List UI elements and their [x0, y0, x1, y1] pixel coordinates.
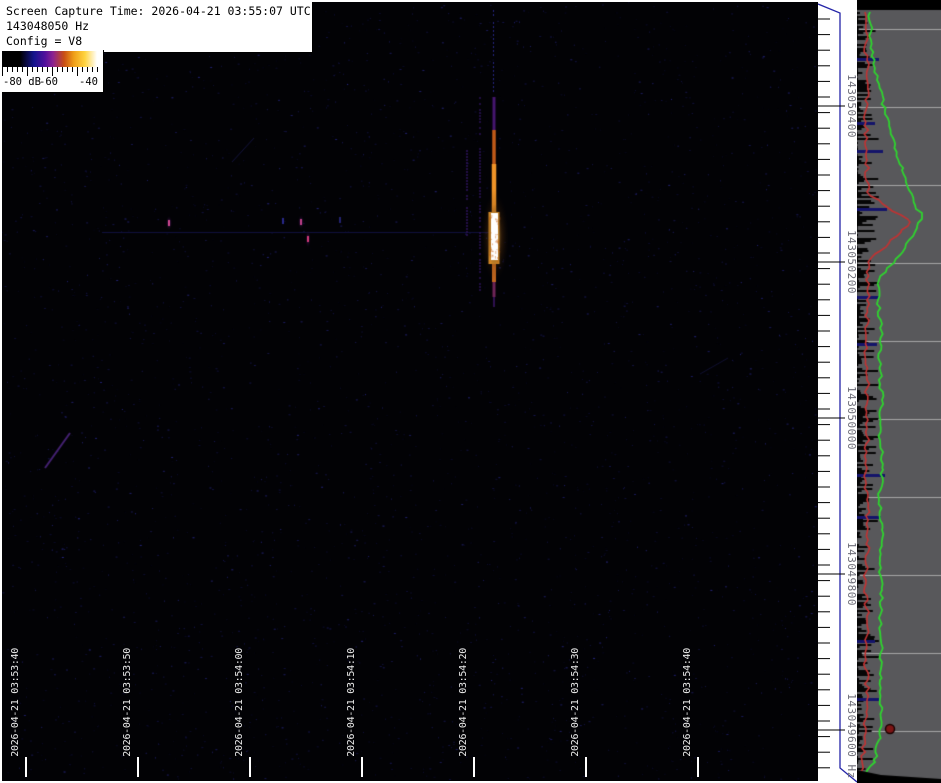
time-label: 2026-04-21 03:54:30	[570, 648, 581, 757]
time-label: 2026-04-21 03:54:10	[346, 648, 357, 757]
frequency-ruler: 143050400 143050200 143050000 143049800 1430…	[818, 0, 858, 783]
colorbar-label: -60	[39, 76, 58, 88]
colorbar-labels: -80 dB -60 -40	[2, 76, 102, 90]
colorbar-label: -80 dB	[3, 76, 41, 88]
capture-time-text: Screen Capture Time: 2026-04-21 03:55:07…	[6, 4, 311, 18]
time-tick	[249, 757, 251, 777]
time-tick	[585, 757, 587, 777]
capture-info-box: Screen Capture Time: 2026-04-21 03:55:07…	[2, 2, 313, 53]
time-label: 2026-04-21 03:53:40	[10, 648, 21, 757]
config-text: Config = V8	[6, 34, 83, 48]
time-tick	[25, 757, 27, 777]
time-label: 2026-04-21 03:53:50	[122, 648, 133, 757]
colorbar-label: -40	[79, 76, 98, 88]
time-tick	[473, 757, 475, 777]
colorbar-gradient	[2, 51, 102, 67]
intensity-colorbar: -80 dB -60 -40	[2, 50, 104, 93]
live-spectrum-panel	[857, 0, 941, 783]
spectrum-lab-capture-window: Screen Capture Time: 2026-04-21 03:55:07…	[0, 0, 941, 783]
time-label: 2026-04-21 03:54:00	[234, 648, 245, 757]
time-tick	[697, 757, 699, 777]
time-tick	[137, 757, 139, 777]
center-frequency-text: 143048050 Hz	[6, 19, 90, 33]
time-label: 2026-04-21 03:54:40	[682, 648, 693, 757]
time-tick	[361, 757, 363, 777]
colorbar-tick-ruler	[2, 67, 102, 76]
time-label: 2026-04-21 03:54:20	[458, 648, 469, 757]
